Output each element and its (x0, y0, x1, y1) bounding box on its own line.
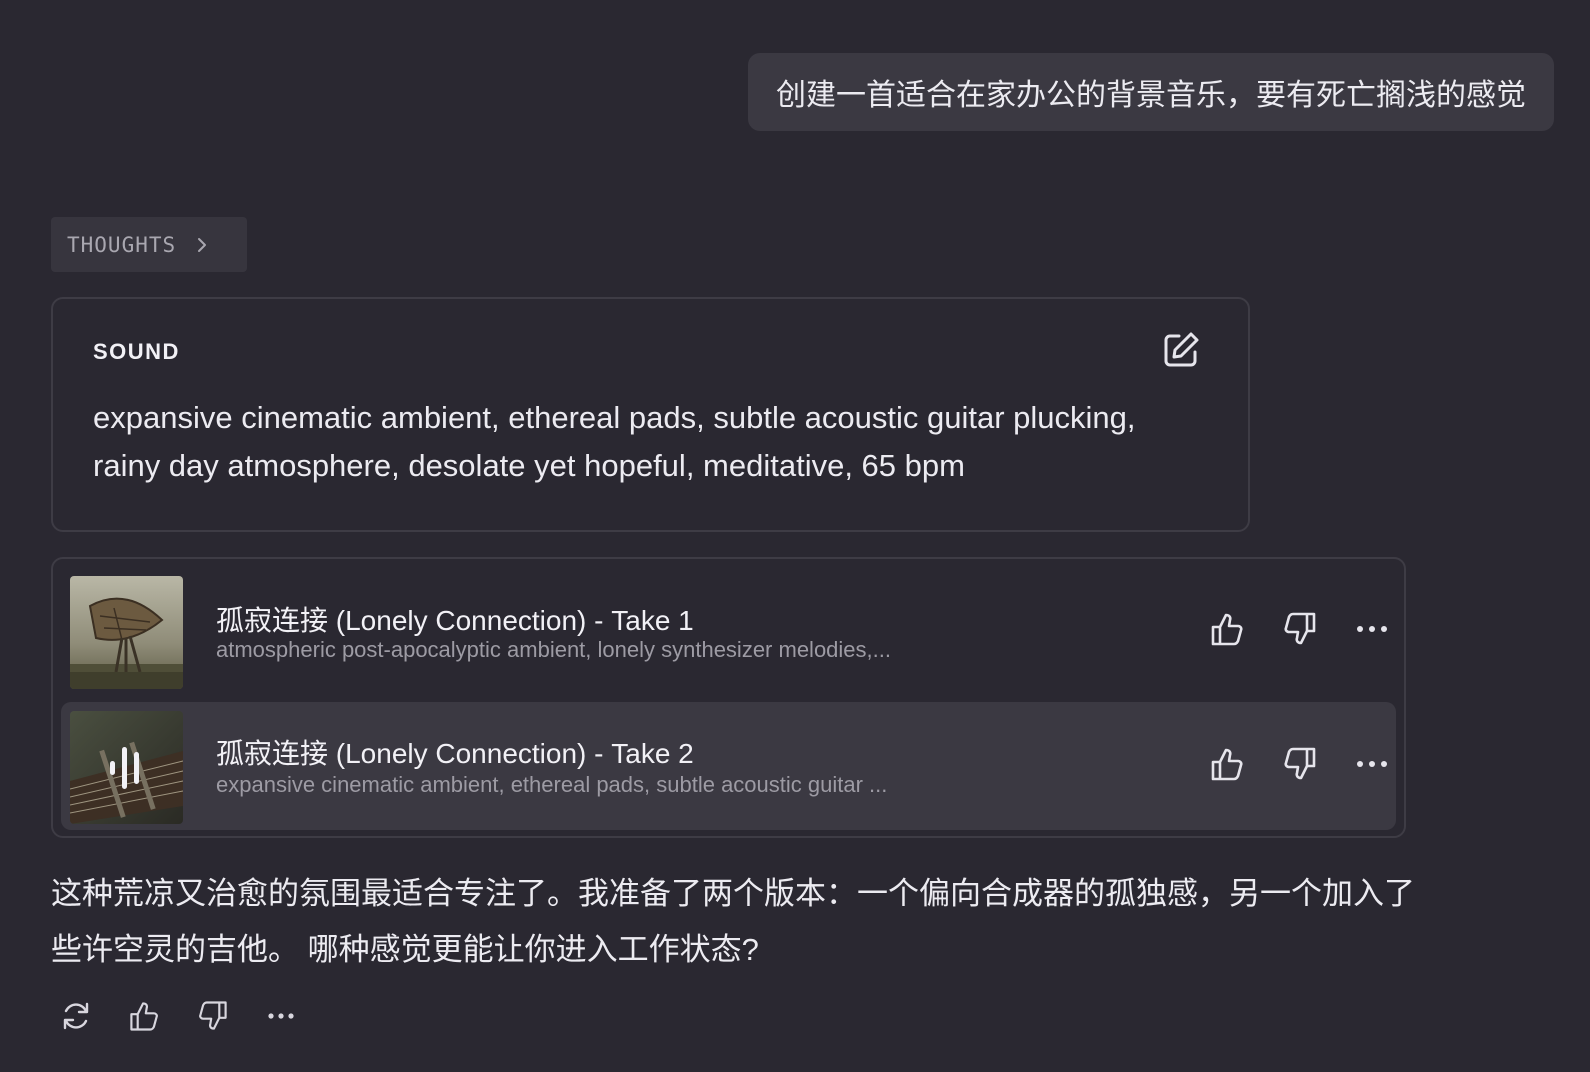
thumbs-down-icon[interactable] (1280, 609, 1320, 649)
sound-card: SOUND expansive cinematic ambient, ether… (51, 297, 1250, 532)
track-cover-radar-dish (70, 576, 183, 689)
more-icon[interactable] (1352, 609, 1392, 649)
more-icon[interactable] (263, 998, 299, 1034)
user-message-bubble: 创建一首适合在家办公的背景音乐，要有死亡搁浅的感觉 (748, 53, 1554, 131)
more-icon[interactable] (1352, 744, 1392, 784)
edit-icon[interactable] (1161, 330, 1201, 370)
sound-description: expansive cinematic ambient, ethereal pa… (93, 400, 1136, 483)
track-cover-guitar-strings (70, 711, 183, 824)
track-list: 孤寂连接 (Lonely Connection) - Take 1 atmosp… (51, 557, 1406, 838)
thumbs-up-icon[interactable] (1207, 609, 1247, 649)
thumbs-down-icon[interactable] (195, 998, 231, 1034)
chat-page: 创建一首适合在家办公的背景音乐，要有死亡搁浅的感觉 THOUGHTS SOUND… (0, 0, 1590, 1072)
track-item-take-1[interactable]: 孤寂连接 (Lonely Connection) - Take 1 atmosp… (61, 565, 1396, 693)
thoughts-toggle[interactable]: THOUGHTS (51, 217, 247, 272)
thumbs-up-icon[interactable] (1207, 744, 1247, 784)
chevron-right-icon (198, 237, 207, 252)
track-title: 孤寂连接 (Lonely Connection) - Take 2 (216, 738, 694, 769)
assistant-reply: 这种荒凉又治愈的氛围最适合专注了。我准备了两个版本：一个偏向合成器的孤独感，另一… (51, 876, 1415, 967)
thoughts-label: THOUGHTS (67, 232, 177, 257)
thumbs-up-icon[interactable] (126, 998, 162, 1034)
track-item-take-2[interactable]: 孤寂连接 (Lonely Connection) - Take 2 expans… (61, 702, 1396, 830)
sound-title: SOUND (93, 339, 180, 364)
user-message-text: 创建一首适合在家办公的背景音乐，要有死亡搁浅的感觉 (776, 79, 1526, 112)
track-title: 孤寂连接 (Lonely Connection) - Take 1 (216, 605, 694, 636)
thumbs-down-icon[interactable] (1280, 744, 1320, 784)
regenerate-icon[interactable] (58, 998, 94, 1034)
track-subtitle: expansive cinematic ambient, ethereal pa… (216, 772, 888, 797)
track-subtitle: atmospheric post-apocalyptic ambient, lo… (216, 637, 891, 662)
